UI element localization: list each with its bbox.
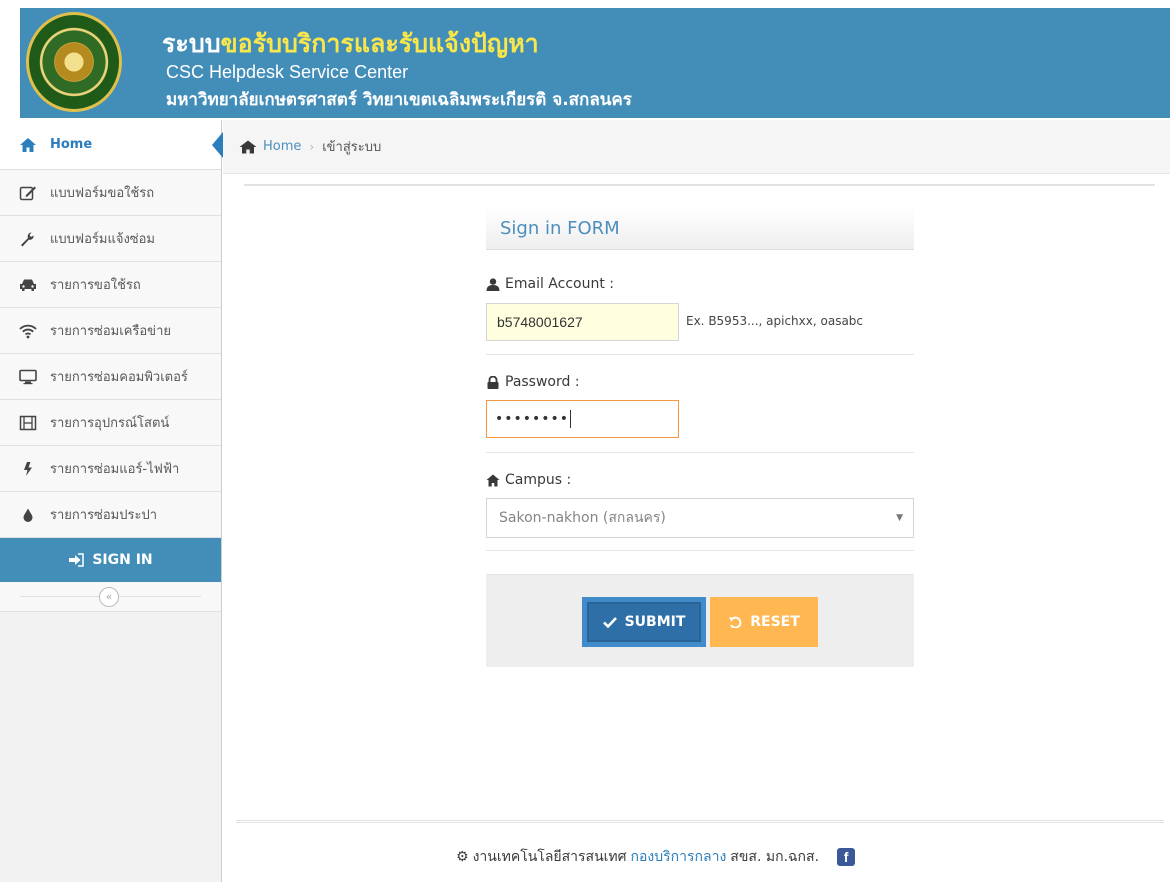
home-icon [486, 474, 500, 486]
footer: ⚙ งานเทคโนโลยีสารสนเทศ กองบริการกลาง สขส… [456, 846, 856, 868]
tint-icon [18, 506, 38, 524]
wrench-icon [18, 230, 38, 248]
home-icon [18, 136, 38, 154]
check-icon [602, 617, 617, 628]
logo-emblem [55, 43, 93, 81]
email-label: Email Account : [486, 276, 614, 292]
facebook-icon[interactable]: f [837, 848, 856, 866]
sidebar-item-label: รายการอุปกรณ์โสตน์ [50, 416, 170, 431]
submit-button[interactable]: SUBMIT [582, 597, 706, 647]
sidebar-item-car-request-form[interactable]: แบบฟอร์มขอใช้รถ [0, 170, 221, 216]
sidebar-item-label: แบบฟอร์มขอใช้รถ [50, 186, 155, 201]
sidebar-item-computer-repairs[interactable]: รายการซ่อมคอมพิวเตอร์ [0, 354, 221, 400]
sidebar-item-label: Home [50, 137, 93, 152]
footer-divider [236, 820, 1164, 823]
bolt-icon [18, 460, 38, 478]
form-divider [486, 550, 914, 551]
sidebar: Home แบบฟอร์มขอใช้รถ แบบฟอร์มแจ้งซ่อม รา… [0, 120, 223, 882]
footer-link[interactable]: กองบริการกลาง [631, 846, 727, 868]
breadcrumb: Home › เข้าสู่ระบบ [223, 120, 1170, 174]
campus-label: Campus : [486, 472, 571, 488]
reset-label: RESET [750, 614, 800, 630]
page-header: ระบบขอรับบริการและรับแจ้งปัญหา CSC Helpd… [0, 0, 1170, 120]
user-icon [486, 277, 500, 291]
sidebar-item-av-equipment[interactable]: รายการอุปกรณ์โสตน์ [0, 400, 221, 446]
breadcrumb-home-label: Home [263, 139, 302, 154]
sidebar-collapse-row: « [0, 582, 221, 612]
film-icon [18, 414, 38, 432]
footer-text-after: สขส. มก.ฉกส. [730, 849, 820, 865]
site-title: ระบบขอรับบริการและรับแจ้งปัญหา [162, 24, 539, 64]
text-cursor [570, 410, 572, 428]
campus-select[interactable]: Sakon-nakhon (สกลนคร) ▼ [486, 498, 914, 538]
email-hint: Ex. B5953..., apichxx, oasabc [686, 314, 864, 328]
password-label: Password : [486, 374, 580, 390]
campus-selected-value: Sakon-nakhon (สกลนคร) [499, 510, 666, 526]
form-actions: SUBMIT RESET [486, 574, 914, 667]
sidebar-item-label: แบบฟอร์มแจ้งซ่อม [50, 232, 155, 247]
car-icon [18, 276, 38, 294]
password-label-text: Password : [505, 374, 580, 390]
desktop-icon [18, 368, 38, 386]
sidebar-item-label: รายการซ่อมเครือข่าย [50, 324, 171, 339]
content-divider [244, 184, 1155, 186]
form-title: Sign in FORM [486, 208, 914, 250]
university-logo[interactable] [26, 12, 122, 112]
reset-button[interactable]: RESET [710, 597, 818, 647]
site-title-en: CSC Helpdesk Service Center [166, 62, 409, 82]
sidebar-item-aircon-electric-repairs[interactable]: รายการซ่อมแอร์-ไฟฟ้า [0, 446, 221, 492]
footer-text: งานเทคโนโลยีสารสนเทศ [472, 849, 627, 865]
sidebar-item-car-requests[interactable]: รายการขอใช้รถ [0, 262, 221, 308]
form-divider [486, 452, 914, 453]
submit-label: SUBMIT [624, 614, 686, 630]
sidebar-collapse-button[interactable]: « [99, 587, 119, 607]
campus-label-text: Campus : [505, 472, 572, 488]
email-field[interactable] [486, 303, 679, 341]
password-field[interactable]: •••••••• [486, 400, 679, 438]
breadcrumb-current: เข้าสู่ระบบ [322, 140, 382, 155]
sidebar-item-plumbing-repairs[interactable]: รายการซ่อมประปา [0, 492, 221, 538]
sign-in-button[interactable]: SIGN IN [0, 538, 221, 582]
sidebar-item-home[interactable]: Home [0, 120, 223, 170]
site-title-prefix: ระบบ [162, 29, 221, 58]
lock-icon [487, 375, 499, 389]
sidebar-item-network-repairs[interactable]: รายการซ่อมเครือข่าย [0, 308, 221, 354]
breadcrumb-separator: › [309, 139, 315, 154]
home-icon [239, 140, 257, 153]
chevron-down-icon: ▼ [896, 513, 903, 523]
cogs-icon: ⚙ [456, 849, 469, 865]
site-title-highlight: ขอรับบริการและรับแจ้งปัญหา [220, 29, 539, 58]
form-divider [486, 354, 914, 355]
edit-icon [18, 184, 38, 202]
breadcrumb-home[interactable]: Home [239, 139, 301, 154]
sidebar-item-label: รายการซ่อมคอมพิวเตอร์ [50, 370, 188, 385]
university-name: มหาวิทยาลัยเกษตรศาสตร์ วิทยาเขตเฉลิมพระเ… [166, 90, 632, 110]
sidebar-item-repair-form[interactable]: แบบฟอร์มแจ้งซ่อม [0, 216, 221, 262]
undo-icon [729, 616, 742, 628]
password-masked-value: •••••••• [495, 411, 570, 427]
sign-in-form: Sign in FORM Email Account : Ex. B5953..… [486, 208, 914, 667]
sign-in-label: SIGN IN [92, 552, 153, 568]
sidebar-item-label: รายการซ่อมแอร์-ไฟฟ้า [50, 462, 180, 477]
sign-in-icon [69, 553, 85, 567]
sidebar-item-label: รายการซ่อมประปา [50, 508, 158, 523]
wifi-icon [18, 322, 38, 340]
sidebar-item-label: รายการขอใช้รถ [50, 278, 141, 293]
email-label-text: Email Account : [505, 276, 614, 292]
